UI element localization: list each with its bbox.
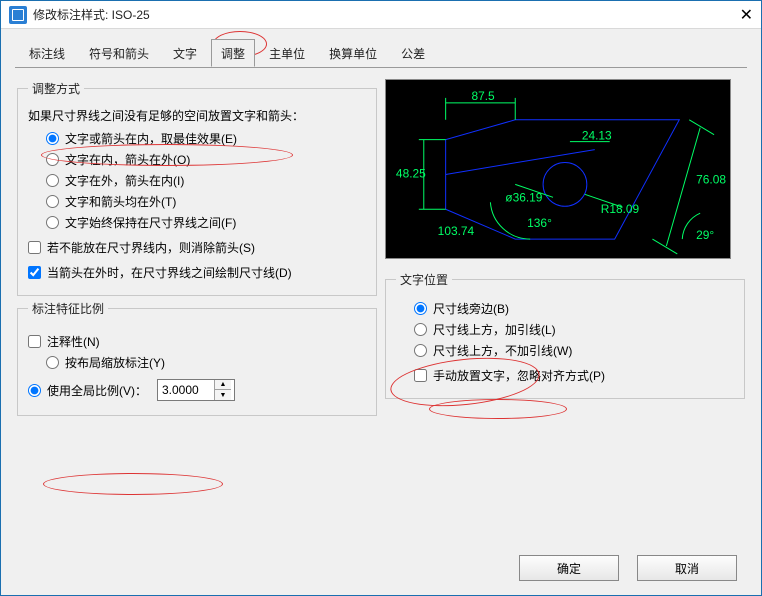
svg-text:29°: 29° bbox=[696, 228, 714, 242]
fit-opt-best[interactable]: 文字或箭头在内，取最佳效果(E) bbox=[46, 130, 366, 147]
close-icon[interactable]: ✕ bbox=[740, 5, 753, 25]
tab-alt[interactable]: 换算单位 bbox=[319, 39, 387, 67]
title-bar: 修改标注样式: ISO-25 ✕ bbox=[1, 1, 761, 29]
tab-fit[interactable]: 调整 bbox=[211, 39, 255, 67]
tab-text[interactable]: 文字 bbox=[163, 39, 207, 67]
fit-suppress-arrows[interactable]: 若不能放在尺寸界线内，则消除箭头(S) bbox=[28, 239, 366, 256]
group-feature: 标注特征比例 注释性(N) 按布局缩放标注(Y) 使用全局比例(V)： ▲▼ bbox=[17, 300, 377, 416]
feature-global-scale[interactable]: 使用全局比例(V)： bbox=[28, 382, 147, 399]
tab-strip: 标注线 符号和箭头 文字 调整 主单位 换算单位 公差 bbox=[15, 39, 747, 67]
svg-text:24.13: 24.13 bbox=[582, 129, 612, 143]
group-textpos: 文字位置 尺寸线旁边(B) 尺寸线上方，加引线(L) 尺寸线上方，不加引线(W)… bbox=[385, 271, 745, 399]
group-feature-legend: 标注特征比例 bbox=[28, 300, 108, 317]
group-fit-legend: 调整方式 bbox=[28, 80, 84, 97]
window-title: 修改标注样式: ISO-25 bbox=[33, 6, 150, 23]
group-textpos-legend: 文字位置 bbox=[396, 271, 452, 288]
svg-text:103.74: 103.74 bbox=[438, 224, 475, 238]
tab-lines[interactable]: 标注线 bbox=[19, 39, 75, 67]
app-icon bbox=[9, 6, 27, 24]
spin-up-icon[interactable]: ▲ bbox=[215, 380, 231, 390]
svg-text:48.25: 48.25 bbox=[396, 166, 426, 180]
textpos-beside[interactable]: 尺寸线旁边(B) bbox=[414, 300, 734, 317]
global-scale-input[interactable] bbox=[158, 381, 214, 399]
svg-text:136°: 136° bbox=[527, 216, 552, 230]
fit-draw-dimline[interactable]: 当箭头在外时，在尺寸界线之间绘制尺寸线(D) bbox=[28, 264, 366, 281]
svg-text:76.08: 76.08 bbox=[696, 172, 726, 186]
svg-text:R18.09: R18.09 bbox=[601, 202, 640, 216]
feature-layout-scale[interactable]: 按布局缩放标注(Y) bbox=[46, 354, 366, 371]
spin-down-icon[interactable]: ▼ bbox=[215, 390, 231, 400]
svg-text:ø36.19: ø36.19 bbox=[505, 190, 542, 204]
fit-lead: 如果尺寸界线之间没有足够的空间放置文字和箭头： bbox=[28, 107, 366, 124]
ok-button[interactable]: 确定 bbox=[519, 555, 619, 581]
feature-annotative[interactable]: 注释性(N) bbox=[28, 333, 366, 350]
fit-opt-text-out[interactable]: 文字在外，箭头在内(I) bbox=[46, 172, 366, 189]
textpos-manual[interactable]: 手动放置文字，忽略对齐方式(P) bbox=[414, 367, 734, 384]
tab-symbols[interactable]: 符号和箭头 bbox=[79, 39, 159, 67]
dimension-preview: 87.5 48.25 24.13 R18.09 ø36.19 136° 29° … bbox=[385, 79, 731, 259]
annotation-circle bbox=[43, 473, 223, 495]
textpos-over-noleader[interactable]: 尺寸线上方，不加引线(W) bbox=[414, 342, 734, 359]
textpos-over-leader[interactable]: 尺寸线上方，加引线(L) bbox=[414, 321, 734, 338]
svg-text:87.5: 87.5 bbox=[471, 89, 495, 103]
fit-opt-always[interactable]: 文字始终保持在尺寸界线之间(F) bbox=[46, 214, 366, 231]
tab-tol[interactable]: 公差 bbox=[391, 39, 435, 67]
tab-primary[interactable]: 主单位 bbox=[259, 39, 315, 67]
global-scale-spinner[interactable]: ▲▼ bbox=[157, 379, 235, 401]
fit-opt-both-out[interactable]: 文字和箭头均在外(T) bbox=[46, 193, 366, 210]
fit-opt-text-in[interactable]: 文字在内，箭头在外(O) bbox=[46, 151, 366, 168]
cancel-button[interactable]: 取消 bbox=[637, 555, 737, 581]
group-fit: 调整方式 如果尺寸界线之间没有足够的空间放置文字和箭头： 文字或箭头在内，取最佳… bbox=[17, 80, 377, 296]
